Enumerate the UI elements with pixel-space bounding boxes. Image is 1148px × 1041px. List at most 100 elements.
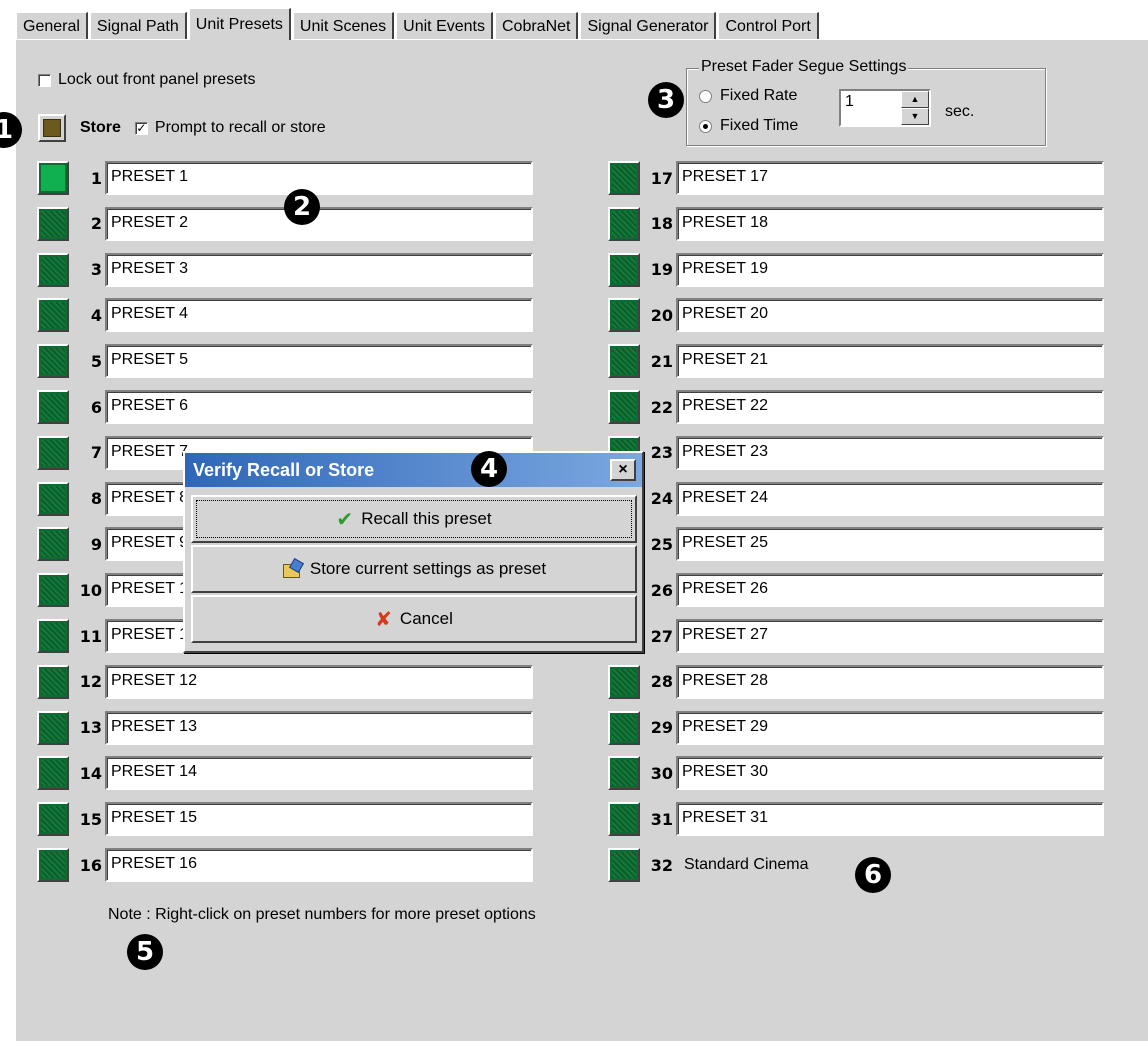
preset-recall-button[interactable] — [37, 802, 69, 837]
preset-number[interactable]: 7 — [69, 443, 105, 462]
preset-number[interactable]: 8 — [69, 489, 105, 508]
preset-number[interactable]: 19 — [640, 260, 676, 279]
preset-name-field[interactable]: PRESET 17 — [676, 161, 1104, 195]
preset-recall-button[interactable] — [608, 390, 640, 424]
preset-recall-button[interactable] — [37, 756, 69, 791]
preset-number[interactable]: 16 — [69, 856, 105, 875]
preset-name-field[interactable]: PRESET 22 — [676, 390, 1104, 424]
preset-name-field[interactable]: PRESET 3 — [105, 252, 533, 287]
preset-number[interactable]: 27 — [640, 627, 676, 646]
store-preset-button[interactable]: Store current settings as preset — [191, 545, 637, 593]
preset-name-field[interactable]: PRESET 16 — [105, 848, 533, 882]
preset-name-field[interactable]: PRESET 19 — [676, 252, 1104, 287]
spin-down-button[interactable]: ▼ — [901, 108, 929, 125]
fixed-time-radio[interactable] — [699, 119, 712, 133]
preset-name-field[interactable]: PRESET 1 — [105, 161, 533, 195]
preset-name-field[interactable]: PRESET 15 — [105, 802, 533, 837]
preset-name-field[interactable]: PRESET 27 — [676, 619, 1104, 653]
preset-recall-button[interactable] — [37, 619, 69, 653]
preset-number[interactable]: 25 — [640, 535, 676, 554]
preset-name-field[interactable]: PRESET 26 — [676, 573, 1104, 608]
preset-number[interactable]: 6 — [69, 398, 105, 417]
preset-recall-button[interactable] — [608, 710, 640, 745]
preset-number[interactable]: 1 — [69, 169, 105, 188]
preset-name-field[interactable]: PRESET 18 — [676, 206, 1104, 241]
spin-up-button[interactable]: ▲ — [901, 91, 929, 108]
fixed-rate-radio[interactable] — [699, 89, 712, 103]
preset-recall-button[interactable] — [37, 664, 69, 699]
preset-recall-button[interactable] — [608, 252, 640, 287]
dialog-title-bar[interactable]: Verify Recall or Store × — [185, 453, 642, 487]
preset-number[interactable]: 13 — [69, 718, 105, 737]
preset-recall-button[interactable] — [37, 481, 69, 516]
tab-cobranet[interactable]: CobraNet — [494, 12, 579, 40]
preset-number[interactable]: 23 — [640, 443, 676, 462]
preset-recall-button[interactable] — [37, 161, 69, 195]
preset-name-field[interactable]: PRESET 4 — [105, 298, 533, 333]
preset-name-field[interactable]: PRESET 28 — [676, 664, 1104, 699]
preset-recall-button[interactable] — [608, 848, 640, 882]
tab-general[interactable]: General — [16, 12, 88, 40]
preset-number[interactable]: 24 — [640, 489, 676, 508]
preset-name-field[interactable]: PRESET 13 — [105, 710, 533, 745]
preset-name-field[interactable]: PRESET 30 — [676, 756, 1104, 791]
preset-recall-button[interactable] — [37, 435, 69, 470]
preset-number[interactable]: 32 — [640, 856, 676, 875]
preset-recall-button[interactable] — [608, 664, 640, 699]
preset-recall-button[interactable] — [608, 206, 640, 241]
preset-number[interactable]: 12 — [69, 672, 105, 691]
preset-number[interactable]: 3 — [69, 260, 105, 279]
preset-name-field[interactable]: PRESET 14 — [105, 756, 533, 791]
preset-number[interactable]: 26 — [640, 581, 676, 600]
preset-recall-button[interactable] — [37, 206, 69, 241]
preset-recall-button[interactable] — [37, 573, 69, 608]
recall-preset-button[interactable]: ✔ Recall this preset — [191, 495, 637, 543]
preset-number[interactable]: 22 — [640, 398, 676, 417]
segue-time-spinner[interactable]: 1 ▲ ▼ — [839, 89, 931, 127]
tab-signal-path[interactable]: Signal Path — [89, 12, 187, 40]
preset-name-field[interactable]: PRESET 25 — [676, 527, 1104, 562]
preset-name-field[interactable]: PRESET 31 — [676, 802, 1104, 837]
tab-unit-presets[interactable]: Unit Presets — [188, 8, 291, 40]
preset-number[interactable]: 31 — [640, 810, 676, 829]
preset-recall-button[interactable] — [37, 710, 69, 745]
preset-recall-button[interactable] — [608, 161, 640, 195]
preset-name-field[interactable]: PRESET 12 — [105, 664, 533, 699]
preset-number[interactable]: 28 — [640, 672, 676, 691]
preset-name-field[interactable]: PRESET 23 — [676, 435, 1104, 470]
preset-recall-button[interactable] — [37, 252, 69, 287]
preset-number[interactable]: 15 — [69, 810, 105, 829]
preset-name-field[interactable]: PRESET 20 — [676, 298, 1104, 333]
preset-recall-button[interactable] — [37, 298, 69, 333]
tab-unit-events[interactable]: Unit Events — [396, 12, 493, 40]
preset-number[interactable]: 2 — [69, 214, 105, 233]
preset-recall-button[interactable] — [37, 527, 69, 562]
preset-recall-button[interactable] — [608, 756, 640, 791]
preset-number[interactable]: 14 — [69, 764, 105, 783]
preset-name-field[interactable]: PRESET 5 — [105, 344, 533, 379]
preset-recall-button[interactable] — [608, 344, 640, 379]
lock-front-panel-checkbox[interactable] — [38, 73, 51, 87]
cancel-button[interactable]: ✘ Cancel — [191, 595, 637, 643]
preset-number[interactable]: 9 — [69, 535, 105, 554]
tab-control-port[interactable]: Control Port — [718, 12, 819, 40]
preset-number[interactable]: 29 — [640, 718, 676, 737]
preset-number[interactable]: 17 — [640, 169, 676, 188]
preset-number[interactable]: 11 — [69, 627, 105, 646]
preset-number[interactable]: 5 — [69, 352, 105, 371]
preset-name-field[interactable]: PRESET 29 — [676, 710, 1104, 745]
preset-number[interactable]: 21 — [640, 352, 676, 371]
preset-number[interactable]: 30 — [640, 764, 676, 783]
preset-name-field[interactable]: PRESET 21 — [676, 344, 1104, 379]
preset-recall-button[interactable] — [37, 390, 69, 424]
prompt-checkbox[interactable]: ✓ — [134, 121, 148, 135]
preset-number[interactable]: 20 — [640, 306, 676, 325]
store-button[interactable] — [38, 114, 66, 142]
dialog-close-button[interactable]: × — [610, 459, 636, 481]
tab-unit-scenes[interactable]: Unit Scenes — [292, 12, 395, 40]
preset-recall-button[interactable] — [37, 848, 69, 882]
preset-recall-button[interactable] — [608, 802, 640, 837]
preset-name-field[interactable]: PRESET 24 — [676, 481, 1104, 516]
preset-number[interactable]: 10 — [69, 581, 105, 600]
tab-signal-generator[interactable]: Signal Generator — [580, 12, 717, 40]
